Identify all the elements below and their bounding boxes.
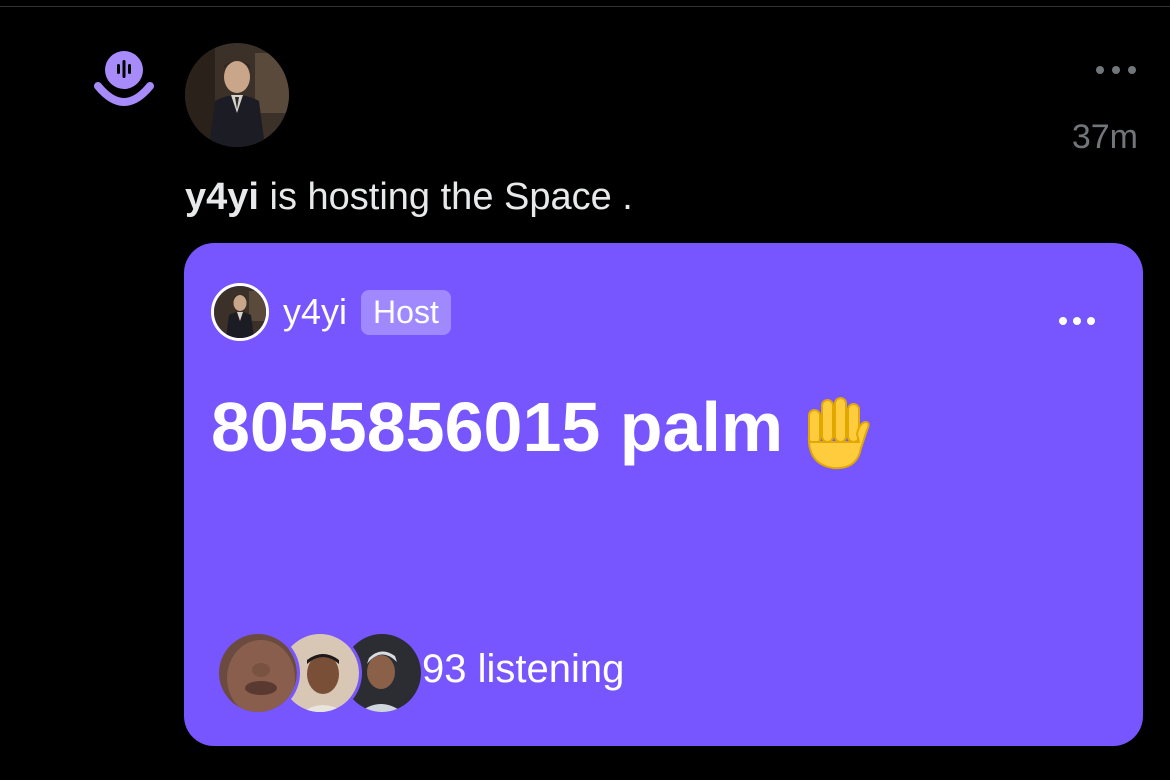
context-text: is hosting the Space . xyxy=(269,176,633,218)
raised-hand-icon xyxy=(795,392,877,474)
more-options-icon[interactable] xyxy=(1090,56,1142,84)
host-name: y4yi xyxy=(283,291,348,332)
space-card[interactable]: y4yi Host 8055856015 palm 93 listening xyxy=(184,243,1143,746)
timestamp[interactable]: 37m xyxy=(1072,118,1138,157)
space-context-line: y4yi is hosting the Space . xyxy=(185,176,633,219)
author-avatar[interactable] xyxy=(185,43,289,147)
spaces-icon xyxy=(92,48,156,112)
host-avatar xyxy=(211,283,269,341)
context-username[interactable]: y4yi xyxy=(185,176,259,218)
space-title: 8055856015 palm xyxy=(211,387,877,474)
listener-avatar xyxy=(216,631,300,715)
top-divider xyxy=(0,0,1170,7)
listener-avatars xyxy=(216,631,424,715)
space-title-text: 8055856015 palm xyxy=(211,388,784,466)
context-separator xyxy=(259,176,270,218)
space-more-options-icon[interactable] xyxy=(1055,309,1099,333)
listening-count: 93 listening xyxy=(422,647,625,691)
host-badge: Host xyxy=(361,289,451,335)
space-host-row: y4yi Host xyxy=(211,283,451,341)
